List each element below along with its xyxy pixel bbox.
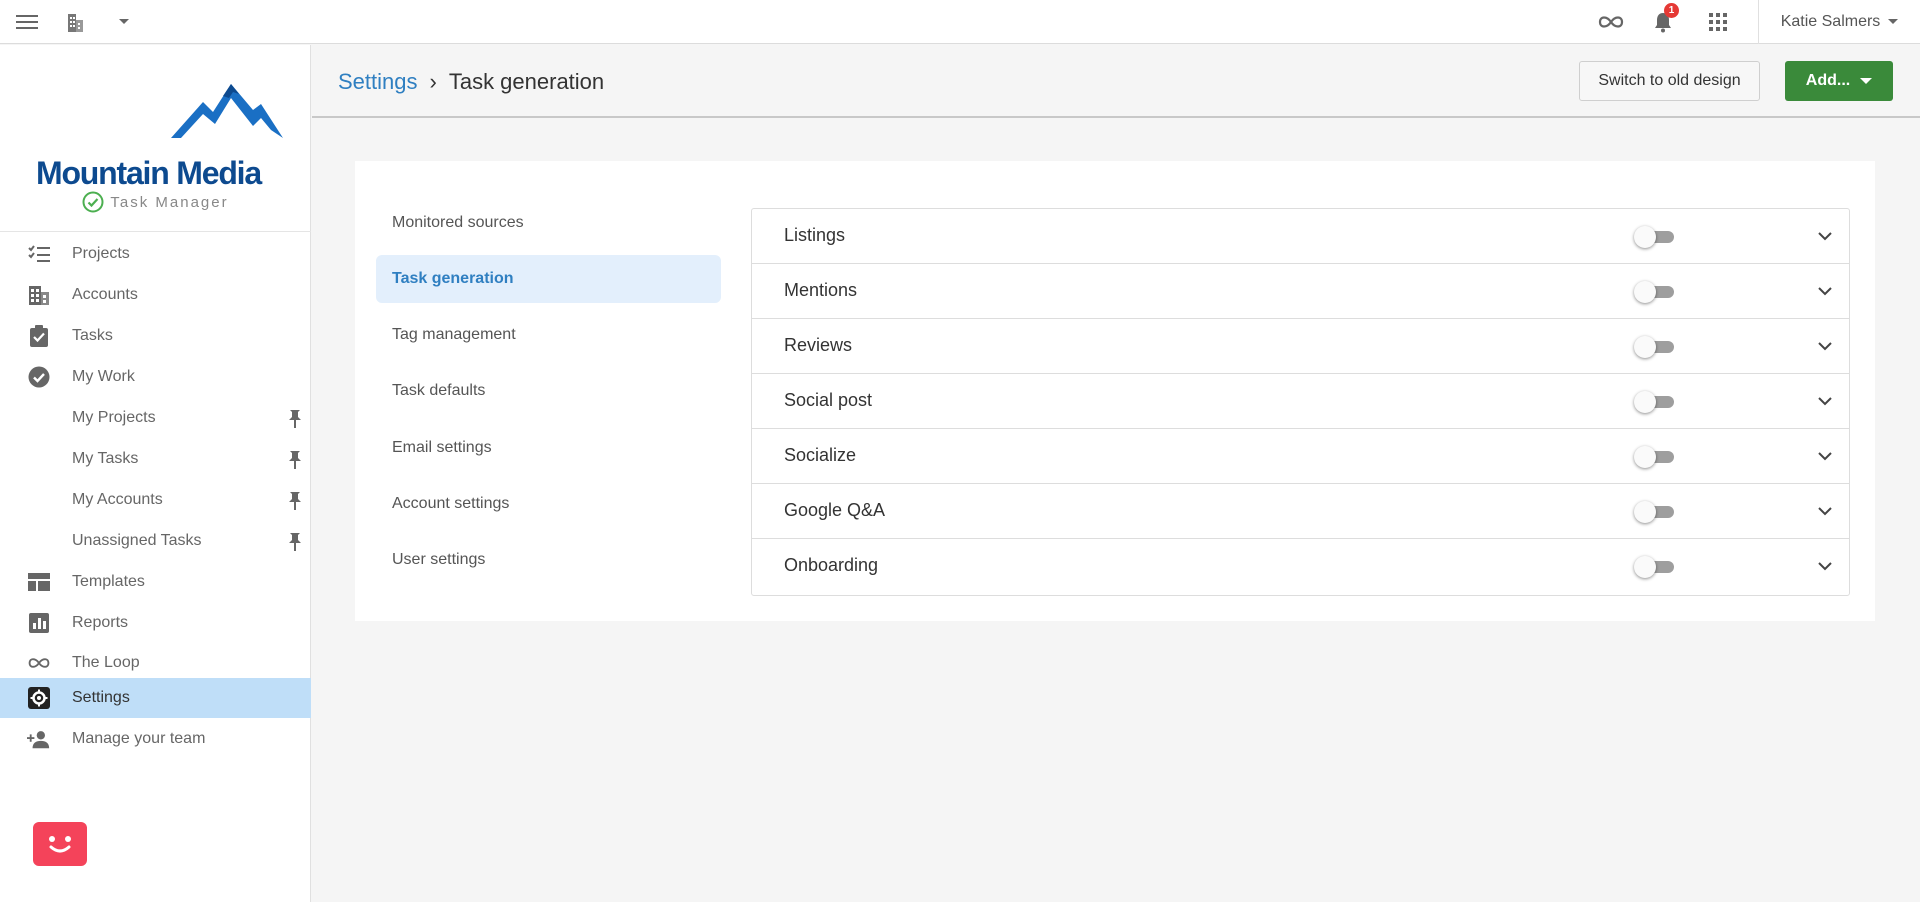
- social-post-toggle[interactable]: [1634, 391, 1674, 413]
- add-button[interactable]: Add...: [1785, 61, 1893, 101]
- switch-old-design-button[interactable]: Switch to old design: [1579, 61, 1760, 101]
- sidebar: Mountain Media Task Manager Projects Acc…: [0, 45, 311, 902]
- sidebar-item-my-accounts[interactable]: My Accounts: [0, 480, 311, 520]
- sidebar-item-tasks[interactable]: Tasks: [0, 316, 311, 356]
- sidebar-item-the-loop[interactable]: The Loop: [0, 643, 311, 683]
- accordion-row-social-post[interactable]: Social post: [752, 374, 1849, 429]
- chevron-down-icon[interactable]: [1816, 337, 1834, 355]
- hamburger-menu-icon[interactable]: [14, 0, 40, 44]
- sidebar-item-projects[interactable]: Projects: [0, 234, 311, 274]
- chevron-down-icon[interactable]: [1816, 502, 1834, 520]
- infinity-icon[interactable]: [1595, 0, 1627, 44]
- task-type-accordion: Listings Mentions Reviews Social post So…: [751, 208, 1850, 596]
- settings-menu-tag-management[interactable]: Tag management: [376, 311, 721, 359]
- listings-toggle[interactable]: [1634, 226, 1674, 248]
- sidebar-item-templates[interactable]: Templates: [0, 562, 311, 602]
- chevron-down-icon[interactable]: [1816, 227, 1834, 245]
- user-menu[interactable]: Katie Salmers: [1758, 0, 1920, 44]
- sidebar-item-manage-your-team[interactable]: Manage your team: [0, 719, 311, 759]
- gear-icon: [27, 687, 51, 709]
- page-header: Settings › Task generation Switch to old…: [312, 45, 1920, 118]
- caret-down-icon: [1888, 19, 1899, 24]
- sidebar-item-my-work[interactable]: My Work: [0, 357, 311, 397]
- sidebar-item-my-tasks[interactable]: My Tasks: [0, 439, 311, 479]
- caret-down-icon[interactable]: [114, 0, 134, 44]
- google-qa-toggle[interactable]: [1634, 501, 1674, 523]
- check-circle-icon: [27, 366, 51, 388]
- building-icon[interactable]: [62, 0, 88, 44]
- settings-menu-account-settings[interactable]: Account settings: [376, 480, 721, 528]
- sidebar-item-settings[interactable]: Settings: [0, 678, 311, 718]
- settings-card: Monitored sources Task generation Tag ma…: [355, 161, 1875, 621]
- chat-widget-button[interactable]: [33, 822, 87, 866]
- company-logo: Mountain Media: [36, 80, 283, 200]
- reviews-toggle[interactable]: [1634, 336, 1674, 358]
- settings-menu-task-generation[interactable]: Task generation: [376, 255, 721, 303]
- sidebar-item-unassigned-tasks[interactable]: Unassigned Tasks: [0, 521, 311, 561]
- sidebar-item-accounts[interactable]: Accounts: [0, 275, 311, 315]
- check-circle-icon: [82, 191, 104, 213]
- settings-menu-user-settings[interactable]: User settings: [376, 536, 721, 584]
- pin-icon[interactable]: [285, 531, 305, 551]
- product-name: Task Manager: [0, 191, 311, 213]
- divider: [0, 231, 311, 232]
- user-name: Katie Salmers: [1780, 13, 1881, 30]
- top-bar: 1 Katie Salmers: [0, 0, 1920, 44]
- pin-icon[interactable]: [285, 408, 305, 428]
- add-person-icon: [27, 728, 51, 750]
- chevron-down-icon[interactable]: [1816, 392, 1834, 410]
- socialize-toggle[interactable]: [1634, 446, 1674, 468]
- logo-text: Mountain Media: [36, 155, 262, 191]
- onboarding-toggle[interactable]: [1634, 556, 1674, 578]
- apps-grid-icon[interactable]: [1705, 0, 1731, 44]
- pin-icon[interactable]: [285, 490, 305, 510]
- bar-chart-icon: [27, 612, 51, 634]
- accordion-row-reviews[interactable]: Reviews: [752, 319, 1849, 374]
- settings-menu-monitored-sources[interactable]: Monitored sources: [376, 199, 721, 247]
- accordion-row-google-qa[interactable]: Google Q&A: [752, 484, 1849, 539]
- sidebar-item-reports[interactable]: Reports: [0, 603, 311, 643]
- breadcrumb-settings-link[interactable]: Settings: [338, 69, 418, 95]
- building-icon: [27, 284, 51, 306]
- settings-menu-email-settings[interactable]: Email settings: [376, 424, 721, 472]
- page-title: Task generation: [448, 69, 605, 94]
- checklist-icon: [27, 243, 51, 265]
- chevron-down-icon[interactable]: [1816, 282, 1834, 300]
- pin-icon[interactable]: [285, 449, 305, 469]
- chevron-down-icon[interactable]: [1816, 447, 1834, 465]
- add-button-label: Add...: [1805, 72, 1851, 89]
- accordion-row-listings[interactable]: Listings: [752, 209, 1849, 264]
- breadcrumb-separator: ›: [429, 69, 437, 94]
- template-icon: [27, 571, 51, 593]
- sidebar-item-my-projects[interactable]: My Projects: [0, 398, 311, 438]
- mentions-toggle[interactable]: [1634, 281, 1674, 303]
- caret-down-icon: [1860, 77, 1873, 84]
- accordion-row-onboarding[interactable]: Onboarding: [752, 539, 1849, 594]
- clipboard-check-icon: [27, 325, 51, 347]
- breadcrumb: Settings › Task generation: [338, 69, 604, 95]
- accordion-row-socialize[interactable]: Socialize: [752, 429, 1849, 484]
- bell-icon[interactable]: 1: [1650, 0, 1679, 44]
- settings-menu-task-defaults[interactable]: Task defaults: [376, 367, 721, 415]
- chevron-down-icon[interactable]: [1816, 557, 1834, 575]
- infinity-icon: [27, 652, 51, 674]
- notification-badge: 1: [1664, 3, 1679, 18]
- accordion-row-mentions[interactable]: Mentions: [752, 264, 1849, 319]
